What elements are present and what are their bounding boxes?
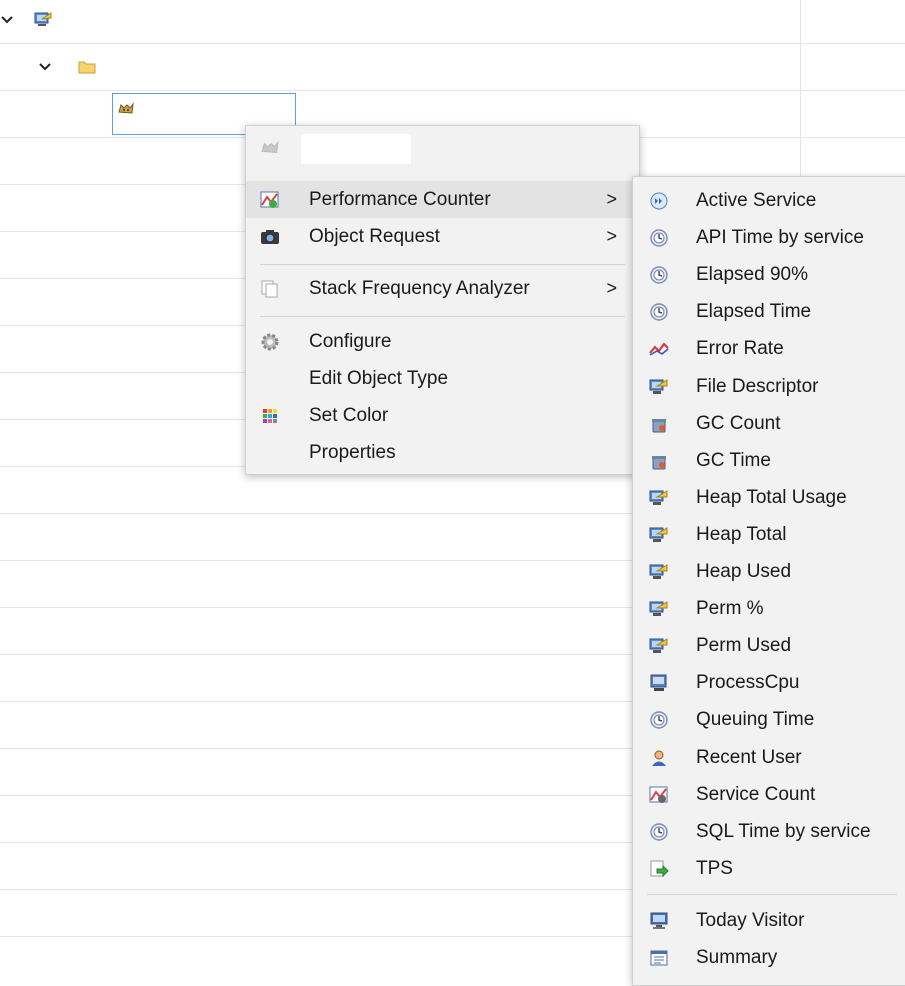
gc-bin-icon: [652, 418, 666, 433]
submenu-item-label: Elapsed 90%: [696, 264, 808, 286]
error-line-icon: [649, 342, 669, 357]
submenu-arrow-icon: >: [606, 226, 617, 246]
submenu-item-label: Error Rate: [696, 338, 784, 360]
submenu-item-active-service[interactable]: Active Service: [633, 182, 905, 219]
menu-item-label: Properties: [309, 442, 396, 463]
clock-icon: [650, 266, 668, 284]
camera-icon: [261, 230, 279, 244]
submenu-arrow-icon: >: [606, 278, 617, 298]
submenu-item-file-descriptor[interactable]: File Descriptor: [633, 368, 905, 405]
performance-counter-submenu: Active Service API Time by service Elapsed…: [632, 176, 905, 986]
monitor-icon: [649, 638, 668, 654]
monitor-icon: [649, 527, 668, 542]
submenu-item-label: Active Service: [696, 190, 817, 211]
submenu-item-processcpu[interactable]: ProcessCpu: [633, 664, 905, 701]
menu-separator: [647, 893, 897, 895]
submenu-item-label: Queuing Time: [696, 709, 815, 731]
tomcat-icon: [261, 140, 279, 154]
submenu-item-label: Heap Total Usage: [696, 486, 847, 508]
monitor-icon: [649, 564, 668, 579]
computer-icon: [650, 912, 668, 929]
submenu-item-label: TPS: [696, 857, 733, 879]
clock-icon: [650, 229, 668, 247]
submenu-item-label: Perm Used: [696, 635, 792, 657]
submenu-arrow-icon: >: [606, 189, 617, 209]
menu-title-placeholder: [301, 134, 411, 164]
submenu-item-recent-user[interactable]: Recent User: [633, 739, 905, 776]
submenu-item-label: Recent User: [696, 746, 802, 768]
submenu-item-perm-used[interactable]: Perm Used: [633, 627, 905, 664]
submenu-item-label: Heap Used: [696, 561, 792, 582]
menu-item-label: Configure: [309, 331, 392, 352]
tomcat-icon: [118, 102, 134, 114]
clock-icon: [650, 711, 668, 730]
menu-item-label: Edit Object Type: [309, 368, 449, 389]
menu-item-label: Set Color: [309, 405, 389, 426]
submenu-item-label: File Descriptor: [696, 375, 819, 397]
submenu-item-sql-time-by-service[interactable]: SQL Time by service: [633, 813, 905, 850]
submenu-item-error-rate[interactable]: Error Rate: [633, 330, 905, 367]
submenu-item-label: Heap Total: [696, 523, 787, 545]
submenu-item-label: Today Visitor: [696, 909, 805, 931]
submenu-item-summary[interactable]: Summary: [633, 939, 905, 976]
submenu-item-elapsed-90[interactable]: Elapsed 90%: [633, 256, 905, 293]
menu-item-label: Object Request: [309, 226, 440, 247]
summary-table-icon: [650, 950, 668, 966]
submenu-item-gc-time[interactable]: GC Time: [633, 442, 905, 479]
submenu-item-label: Service Count: [696, 783, 816, 805]
color-grid-icon: [263, 409, 277, 423]
server-icon: [34, 12, 52, 26]
menu-item-properties[interactable]: Properties: [246, 434, 639, 471]
submenu-item-gc-count[interactable]: GC Count: [633, 405, 905, 442]
user-icon: [652, 750, 666, 766]
clock-icon: [650, 303, 668, 322]
submenu-item-elapsed-time[interactable]: Elapsed Time: [633, 293, 905, 330]
submenu-item-queuing-time[interactable]: Queuing Time: [633, 701, 905, 738]
play-circle-icon: [650, 192, 668, 210]
submenu-item-tps[interactable]: TPS: [633, 850, 905, 887]
service-chart-icon: [649, 786, 668, 803]
submenu-item-heap-total[interactable]: Heap Total: [633, 516, 905, 553]
menu-separator: [260, 264, 625, 265]
submenu-item-heap-total-usage[interactable]: Heap Total Usage: [633, 479, 905, 516]
menu-item-set-color[interactable]: Set Color: [246, 397, 639, 434]
submenu-item-label: GC Time: [696, 449, 771, 471]
gear-icon: [261, 333, 279, 351]
cpu-icon: [650, 674, 667, 692]
submenu-item-label: SQL Time by service: [696, 820, 871, 842]
row-divider: [0, 90, 905, 91]
chevron-down-icon[interactable]: [38, 60, 52, 74]
submenu-item-label: API Time by service: [696, 227, 864, 249]
monitor-icon: [649, 489, 668, 505]
row-divider: [0, 43, 905, 44]
menu-item-configure[interactable]: Configure: [246, 323, 639, 360]
copy-pages-icon: [261, 280, 278, 298]
submenu-item-label: Elapsed Time: [696, 301, 812, 323]
performance-chart-icon: [260, 191, 279, 208]
menu-separator: [260, 316, 625, 317]
chevron-down-icon[interactable]: [0, 13, 14, 27]
submenu-item-perm[interactable]: Perm %: [633, 590, 905, 627]
menu-item-stack-frequency-analyzer[interactable]: Stack Frequency Analyzer >: [246, 270, 639, 307]
menu-item-object-request[interactable]: Object Request >: [246, 218, 639, 255]
submenu-item-service-count[interactable]: Service Count: [633, 776, 905, 813]
menu-item-performance-counter[interactable]: Performance Counter >: [246, 181, 639, 218]
submenu-item-label: ProcessCpu: [696, 672, 800, 694]
submenu-item-label: Perm %: [696, 598, 764, 620]
monitor-icon: [649, 601, 668, 617]
gc-bin-icon: [652, 455, 666, 470]
context-menu: Performance Counter > Object Request > S…: [245, 125, 640, 475]
submenu-item-api-time-by-service[interactable]: API Time by service: [633, 219, 905, 256]
folder-icon: [78, 61, 96, 74]
submenu-item-label: Summary: [696, 947, 778, 968]
monitor-icon: [649, 378, 668, 394]
menu-item-label: Performance Counter: [309, 189, 491, 210]
clock-icon: [650, 822, 668, 841]
menu-item-edit-object-type[interactable]: Edit Object Type: [246, 360, 639, 397]
submenu-item-label: GC Count: [696, 412, 781, 434]
submenu-item-heap-used[interactable]: Heap Used: [633, 553, 905, 590]
menu-item-label: Stack Frequency Analyzer: [309, 278, 530, 299]
submenu-item-today-visitor[interactable]: Today Visitor: [633, 902, 905, 939]
tps-arrow-icon: [650, 860, 669, 878]
